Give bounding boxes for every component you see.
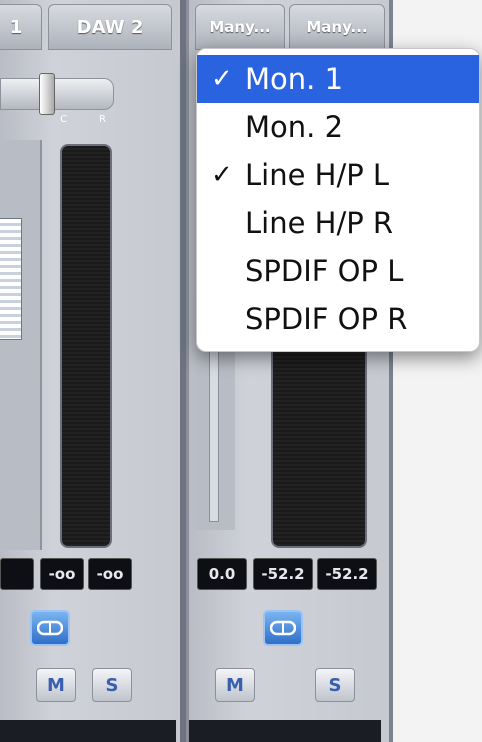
menu-item-mon-2[interactable]: Mon. 2 xyxy=(197,103,479,151)
menu-item-label: Mon. 1 xyxy=(245,62,344,96)
readout-value: -oo xyxy=(48,565,76,583)
menu-item-label: Line H/P L xyxy=(245,158,390,192)
menu-item-line-hp-l[interactable]: ✓ Line H/P L xyxy=(197,151,479,199)
mute-button[interactable]: M xyxy=(215,668,255,702)
menu-item-spdif-op-r[interactable]: SPDIF OP R xyxy=(197,295,479,343)
channel-label-bar xyxy=(0,720,176,742)
tab-label: 1 xyxy=(9,16,23,38)
pan-center-label: C xyxy=(60,114,68,125)
mute-button[interactable]: M xyxy=(36,668,76,702)
output-select-dropdown: ✓ Mon. 1 Mon. 2 ✓ Line H/P L Line H/P R … xyxy=(196,48,480,352)
check-icon: ✓ xyxy=(211,64,233,94)
menu-item-label: SPDIF OP R xyxy=(245,302,408,336)
readout-value: -oo xyxy=(96,565,124,583)
tab-output-1[interactable]: Many... xyxy=(195,4,285,50)
menu-item-label: SPDIF OP L xyxy=(245,254,404,288)
pan-knob[interactable] xyxy=(39,73,55,115)
stereo-link-button[interactable] xyxy=(30,610,70,646)
readout-level: -oo xyxy=(88,558,132,590)
tab-partial[interactable]: 1 xyxy=(0,4,42,50)
readout-level: 0.0 xyxy=(197,558,247,590)
channel-strip-left: 1 DAW 2 C R -oo -oo M S xyxy=(0,0,183,742)
solo-label: S xyxy=(328,674,342,696)
mute-label: M xyxy=(47,674,65,696)
tab-daw2[interactable]: DAW 2 xyxy=(48,4,172,50)
tab-output-2[interactable]: Many... xyxy=(289,4,385,50)
solo-button[interactable]: S xyxy=(92,668,132,702)
level-meter xyxy=(60,144,112,548)
menu-item-mon-1[interactable]: ✓ Mon. 1 xyxy=(197,55,479,103)
fader-cap[interactable] xyxy=(0,218,22,340)
menu-item-label: Mon. 2 xyxy=(245,110,344,144)
fader-track[interactable] xyxy=(0,140,42,550)
mute-label: M xyxy=(226,674,244,696)
menu-item-line-hp-r[interactable]: Line H/P R xyxy=(197,199,479,247)
readout-value: -52.2 xyxy=(261,565,305,583)
solo-label: S xyxy=(105,674,119,696)
pan-slider[interactable] xyxy=(0,73,114,115)
menu-item-spdif-op-l[interactable]: SPDIF OP L xyxy=(197,247,479,295)
link-icon xyxy=(270,620,296,636)
readout-level: -oo xyxy=(40,558,84,590)
link-icon xyxy=(37,620,63,636)
pan-scale: C R xyxy=(0,114,112,132)
readout-level: -52.2 xyxy=(253,558,313,590)
pan-right-label: R xyxy=(99,114,106,125)
channel-label-bar xyxy=(189,720,381,742)
solo-button[interactable]: S xyxy=(315,668,355,702)
stereo-link-button[interactable] xyxy=(263,610,303,646)
readout-level: -52.2 xyxy=(317,558,377,590)
menu-item-label: Line H/P R xyxy=(245,206,394,240)
tab-label: DAW 2 xyxy=(76,16,144,38)
readout-value: -52.2 xyxy=(325,565,369,583)
tab-label: Many... xyxy=(209,18,271,36)
tab-label: Many... xyxy=(306,18,368,36)
check-icon: ✓ xyxy=(211,160,233,190)
readout-partial xyxy=(0,558,34,590)
readout-value: 0.0 xyxy=(208,565,236,583)
